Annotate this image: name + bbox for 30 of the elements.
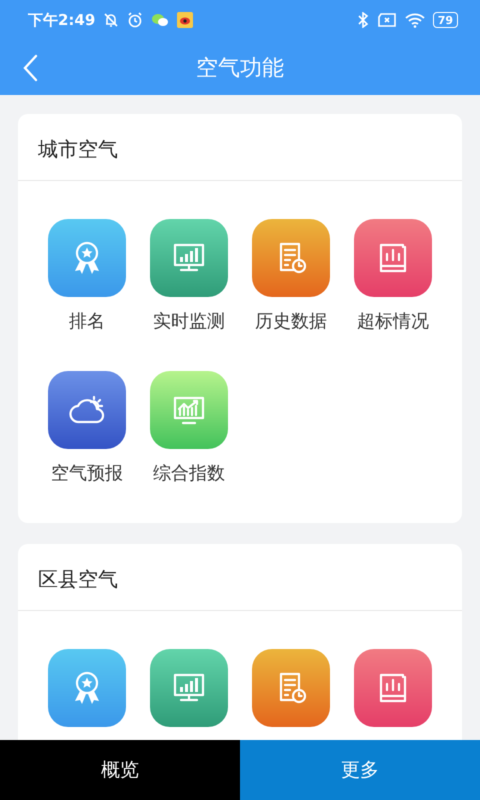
feature-label: 实时监测 <box>153 311 225 333</box>
eye-app-icon <box>177 12 194 28</box>
bottom-tab[interactable]: 更多 <box>240 740 480 800</box>
feature-button[interactable] <box>354 219 432 297</box>
feature-label: 历史数据 <box>255 311 327 333</box>
chat-icon <box>151 12 170 28</box>
page-title: 空气功能 <box>195 54 285 82</box>
bell-off-icon <box>103 12 120 28</box>
feature-button[interactable] <box>252 219 330 297</box>
bottom-tab[interactable]: 概览 <box>0 740 240 800</box>
sim-off-icon <box>376 12 397 28</box>
feature-button[interactable] <box>48 371 126 449</box>
chevron-left-icon <box>22 54 38 82</box>
feature-button[interactable] <box>48 219 126 297</box>
feature-label: 空气预报 <box>51 463 123 485</box>
alarm-icon <box>127 12 144 28</box>
feature-button[interactable] <box>150 649 228 727</box>
section-title: 城市空气 <box>18 114 462 181</box>
feature-button[interactable] <box>354 649 432 727</box>
bluetooth-icon <box>356 12 369 28</box>
battery-indicator: 79 <box>432 12 458 28</box>
status-time: 下午2:49 <box>28 10 96 30</box>
wifi-icon <box>404 12 425 28</box>
section-title: 区县空气 <box>18 544 462 611</box>
feature-label: 超标情况 <box>357 311 429 333</box>
feature-button[interactable] <box>48 649 126 727</box>
feature-label: 综合指数 <box>153 463 225 485</box>
feature-button[interactable] <box>150 219 228 297</box>
feature-button[interactable] <box>252 649 330 727</box>
feature-label: 排名 <box>69 311 105 333</box>
